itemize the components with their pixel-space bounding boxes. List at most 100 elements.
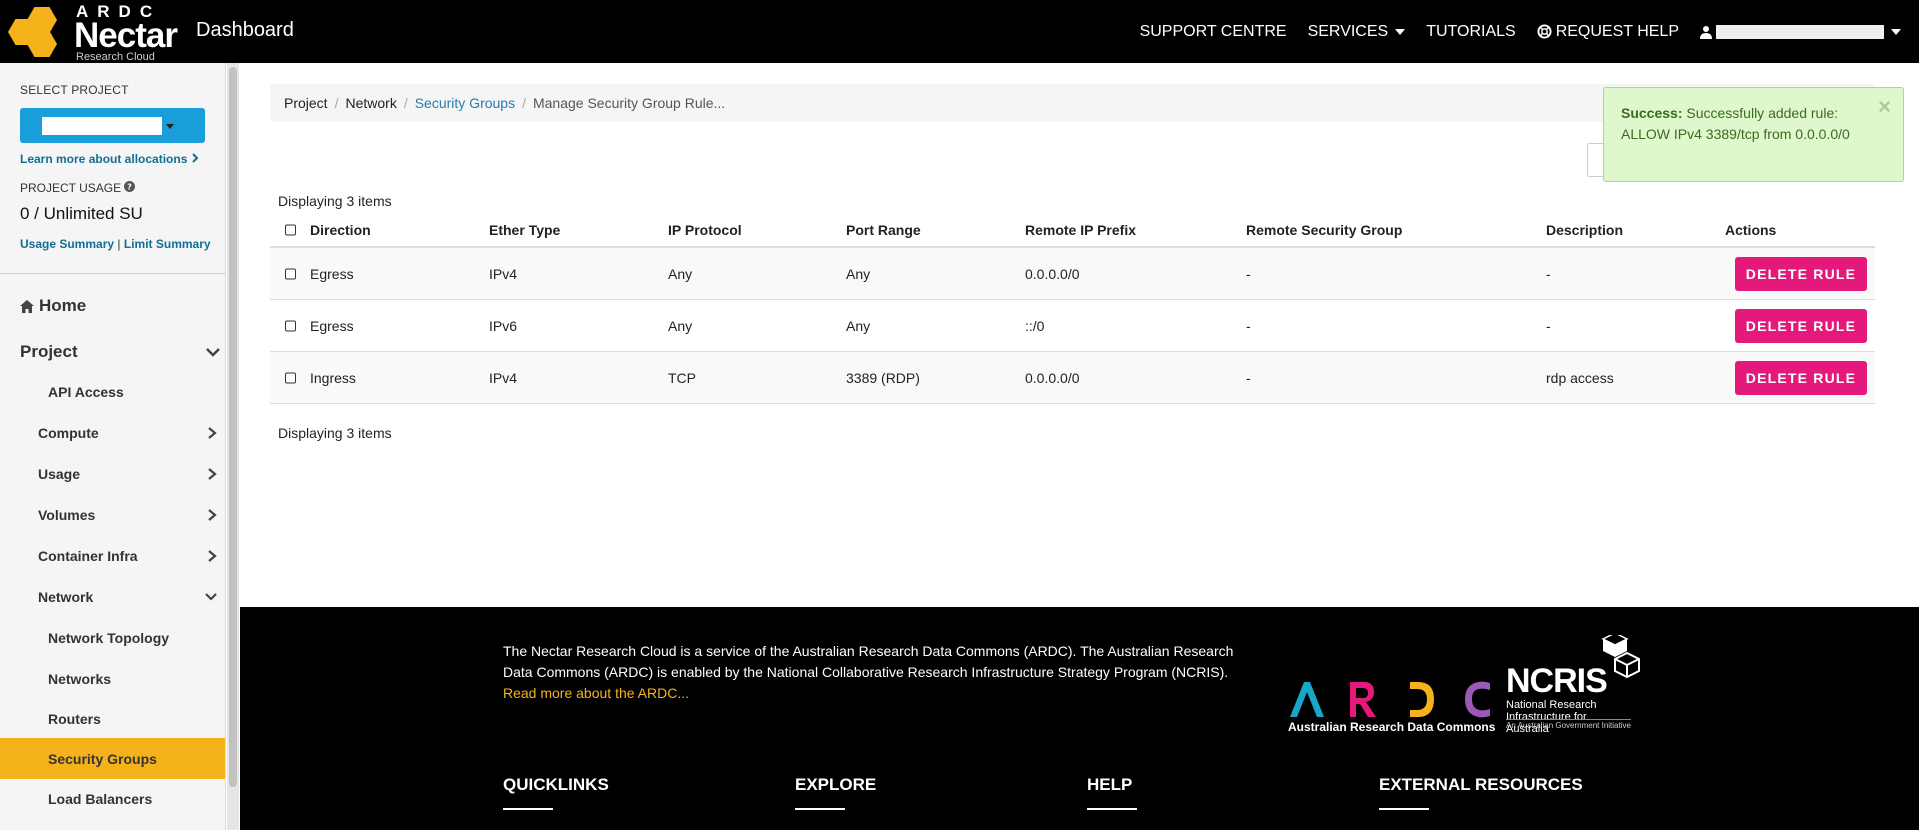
column-header-remote-security-group[interactable]: Remote Security Group: [1246, 222, 1402, 238]
sidebar-item-load-balancers[interactable]: Load Balancers: [0, 779, 225, 819]
scrollbar-thumb[interactable]: [229, 67, 237, 787]
cell-ip-protocol: Any: [668, 265, 693, 282]
dashboard-title[interactable]: Dashboard: [196, 19, 294, 42]
cell-remote-security-group: -: [1246, 369, 1251, 386]
username-redacted: [1716, 24, 1884, 39]
sidebar-item-usage[interactable]: Usage: [0, 454, 225, 494]
project-usage-label: PROJECT USAGE ?: [20, 181, 136, 195]
read-more-ardc-link[interactable]: Read more about the ARDC...: [503, 685, 689, 701]
sidebar-item-label: Home: [39, 296, 87, 315]
request-help-link[interactable]: REQUEST HELP: [1537, 23, 1679, 41]
row-checkbox[interactable]: [285, 320, 296, 331]
sidebar-item-network[interactable]: Network: [0, 577, 225, 617]
table-row: Ingress IPv4 TCP 3389 (RDP) 0.0.0.0/0 - …: [270, 352, 1875, 404]
column-header-ip-protocol[interactable]: IP Protocol: [668, 222, 742, 238]
cell-remote-ip-prefix: 0.0.0.0/0: [1025, 265, 1080, 282]
support-centre-link[interactable]: SUPPORT CENTRE: [1140, 23, 1287, 41]
cell-remote-security-group: -: [1246, 317, 1251, 334]
cell-direction: Egress: [310, 317, 354, 334]
sidebar-item-label: Load Balancers: [48, 791, 153, 807]
sidebar-item-label: Networks: [48, 671, 112, 687]
sidebar-item-security-groups[interactable]: Security Groups: [0, 738, 225, 779]
user-menu[interactable]: [1700, 24, 1901, 39]
heading-underline: [795, 808, 845, 810]
footer-heading-explore: EXPLORE: [795, 775, 1087, 810]
delete-rule-button[interactable]: DELETE RULE: [1735, 256, 1867, 291]
sidebar-item-networks[interactable]: Networks: [0, 659, 225, 699]
usage-links: Usage Summary | Limit Summary: [20, 237, 211, 251]
learn-more-label: Learn more about allocations: [20, 152, 188, 166]
sidebar-item-compute[interactable]: Compute: [0, 413, 225, 453]
row-checkbox[interactable]: [285, 268, 296, 279]
sidebar-item-network-topology[interactable]: Network Topology: [0, 618, 225, 658]
footer-text: The Nectar Research Cloud is a service o…: [503, 643, 1234, 680]
help-circle-icon[interactable]: ?: [124, 181, 136, 192]
chevron-down-icon: [206, 348, 220, 357]
cell-remote-ip-prefix: ::/0: [1025, 317, 1045, 334]
cell-description: -: [1546, 317, 1551, 334]
column-header-port-range[interactable]: Port Range: [846, 222, 921, 238]
footer-headings: QUICKLINKS EXPLORE HELP EXTERNAL RESOURC…: [503, 775, 1671, 810]
close-icon[interactable]: ×: [1878, 96, 1891, 118]
sidebar-item-container-infra[interactable]: Container Infra: [0, 536, 225, 576]
caret-down-icon: [1395, 28, 1406, 35]
usage-summary-link[interactable]: Usage Summary: [20, 237, 114, 251]
delete-rule-button[interactable]: DELETE RULE: [1735, 360, 1867, 395]
breadcrumb-security-groups-link[interactable]: Security Groups: [415, 95, 515, 111]
heading-underline: [503, 808, 553, 810]
ncris-title[interactable]: NCRIS: [1506, 662, 1608, 701]
breadcrumb-current: Manage Security Group Rule...: [532, 95, 726, 111]
project-selector[interactable]: [20, 108, 205, 143]
brand-research-cloud: Research Cloud: [76, 51, 155, 63]
sidebar-item-project[interactable]: Project: [0, 331, 225, 373]
sidebar-scrollbar[interactable]: [227, 63, 239, 830]
breadcrumb-project: Project: [284, 95, 328, 111]
sidebar-item-routers[interactable]: Routers: [0, 699, 225, 739]
cell-direction: Egress: [310, 265, 354, 282]
column-header-direction[interactable]: Direction: [310, 222, 371, 238]
cell-port-range: Any: [846, 265, 871, 282]
select-all-checkbox[interactable]: [285, 224, 296, 235]
breadcrumb-network: Network: [345, 95, 397, 111]
caret-down-icon: [166, 124, 174, 129]
footer-heading-label: QUICKLINKS: [503, 775, 609, 794]
breadcrumb-separator: /: [403, 95, 408, 111]
footer-heading-label: EXPLORE: [795, 775, 877, 794]
project-usage-text: PROJECT USAGE: [20, 181, 122, 195]
sidebar-item-label: Network Topology: [48, 630, 170, 646]
cell-description: rdp access: [1546, 369, 1614, 386]
cell-ip-protocol: Any: [668, 317, 693, 334]
project-name-redacted: [42, 117, 162, 135]
item-count-top: Displaying 3 items: [278, 193, 392, 209]
chevron-right-icon: [208, 427, 217, 439]
alert-title: Success:: [1621, 105, 1683, 121]
link-separator: |: [117, 237, 121, 251]
sidebar-item-label: Volumes: [38, 507, 96, 523]
cell-ether-type: IPv4: [489, 369, 518, 386]
delete-rule-button[interactable]: DELETE RULE: [1735, 308, 1867, 343]
chevron-right-icon: [192, 153, 199, 163]
footer-description: The Nectar Research Cloud is a service o…: [503, 641, 1243, 704]
heading-underline: [1379, 808, 1429, 810]
caret-down-icon: [1891, 28, 1901, 35]
brand-nectar: Nectar: [74, 16, 178, 55]
tutorials-link[interactable]: TUTORIALS: [1426, 23, 1516, 41]
services-dropdown[interactable]: SERVICES: [1308, 23, 1406, 41]
sidebar-item-home[interactable]: Home: [0, 285, 225, 327]
column-header-actions: Actions: [1725, 221, 1777, 238]
column-header-remote-ip-prefix[interactable]: Remote IP Prefix: [1025, 222, 1136, 238]
lifebuoy-icon: [1537, 24, 1552, 39]
sidebar-item-label: Network: [38, 589, 94, 605]
sidebar-item-volumes[interactable]: Volumes: [0, 495, 225, 535]
sidebar-item-label: Project: [20, 342, 78, 361]
learn-more-allocations-link[interactable]: Learn more about allocations: [20, 152, 199, 166]
footer: The Nectar Research Cloud is a service o…: [240, 607, 1919, 830]
row-checkbox[interactable]: [285, 372, 296, 383]
cell-ip-protocol: TCP: [668, 369, 696, 386]
sidebar-item-api-access[interactable]: API Access: [0, 372, 225, 412]
sidebar-item-label: Container Infra: [38, 548, 138, 564]
column-header-description[interactable]: Description: [1546, 222, 1623, 238]
ardc-caption: Australian Research Data Commons: [1288, 720, 1496, 734]
limit-summary-link[interactable]: Limit Summary: [124, 237, 211, 251]
column-header-ether-type[interactable]: Ether Type: [489, 222, 560, 238]
